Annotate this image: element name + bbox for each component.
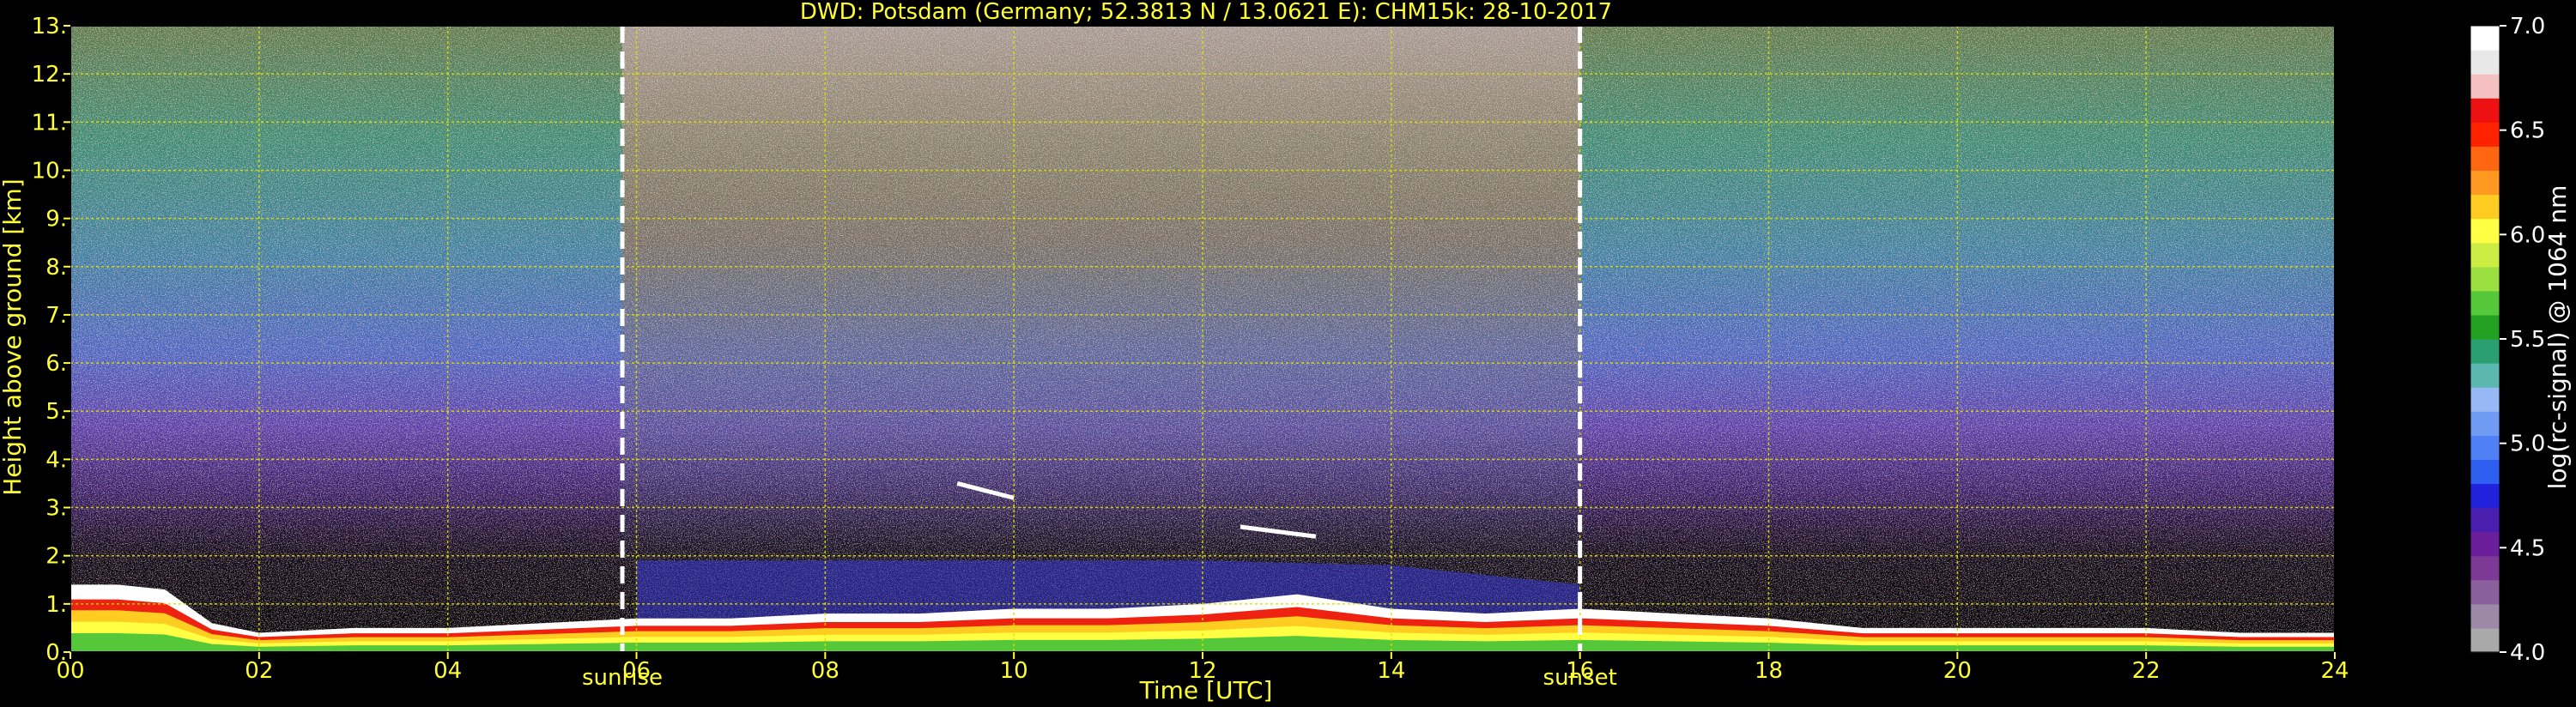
y-tick-label: 5. xyxy=(45,399,67,425)
y-axis-label: Height above ground [km] xyxy=(0,178,27,496)
x-tick-label: 20 xyxy=(1943,658,1972,684)
x-tick-label: 22 xyxy=(2132,658,2161,684)
colorbar-segment xyxy=(2470,435,2500,460)
colorbar-segment xyxy=(2470,194,2500,220)
y-tick-label: 10. xyxy=(32,158,67,184)
colorbar-segment xyxy=(2470,314,2500,340)
colorbar-tick-label: 4.0 xyxy=(2510,640,2545,666)
sun-marker-labels: sunrise sunset xyxy=(582,665,1617,691)
y-tick-label: 11. xyxy=(32,110,67,136)
colorbar-segment xyxy=(2470,242,2500,268)
colorbar-segment xyxy=(2470,363,2500,388)
x-tick-label: 18 xyxy=(1755,658,1783,684)
y-tick-label: 0. xyxy=(45,640,67,666)
x-tick-label: 10 xyxy=(1000,658,1028,684)
colorbar-label: log(rc-signal) @ 1064 nm xyxy=(2543,185,2572,490)
y-tick-label: 6. xyxy=(45,351,67,377)
colorbar-tick-label: 6.5 xyxy=(2510,118,2545,144)
colorbar-segment xyxy=(2470,146,2500,172)
colorbar-tick-label: 4.5 xyxy=(2510,535,2545,561)
colorbar-segment xyxy=(2470,387,2500,412)
y-tick-label: 8. xyxy=(45,255,67,281)
colorbar-segment xyxy=(2470,266,2500,292)
colorbar-segment xyxy=(2470,507,2500,533)
x-tick-label: 24 xyxy=(2320,658,2349,684)
colorbar-segment xyxy=(2470,579,2500,605)
lidar-chart: 00 02 04 06 08 10 12 14 16 18 20 22 24 0.1.2.3.4.5.6… xyxy=(0,0,2572,704)
colorbar-segment xyxy=(2470,170,2500,196)
colorbar-tick-label: 6.0 xyxy=(2510,222,2545,248)
y-tick-label: 4. xyxy=(45,447,67,473)
y-tick-label: 13. xyxy=(32,14,67,39)
y-tick-label: 7. xyxy=(45,303,67,329)
colorbar-tick-label: 5.0 xyxy=(2510,432,2545,457)
colorbar-segment xyxy=(2470,627,2500,653)
x-tick-label: 02 xyxy=(245,658,273,684)
y-tick-label: 12. xyxy=(32,62,67,88)
colorbar-segment xyxy=(2470,122,2500,147)
y-tick-label: 2. xyxy=(45,544,67,570)
colorbar-segment xyxy=(2470,290,2500,316)
y-tick-label: 9. xyxy=(45,207,67,233)
colorbar: 4.0 4.5 5.0 5.5 6.0 6.5 7.0 xyxy=(2470,14,2545,666)
colorbar-segment xyxy=(2470,339,2500,364)
x-tick-label: 14 xyxy=(1377,658,1405,684)
colorbar-segment xyxy=(2470,411,2500,436)
x-axis-label: Time [UTC] xyxy=(1139,676,1273,704)
colorbar-segment xyxy=(2470,98,2500,123)
colorbar-segment xyxy=(2470,74,2500,99)
y-axis: 0. 1. 2. 3. 4. 5. 6. 7. 8. 9. 10. 11. 12. 13. xyxy=(32,14,70,666)
colorbar-segment xyxy=(2470,603,2500,629)
x-tick-label: 08 xyxy=(811,658,839,684)
colorbar-segment xyxy=(2470,483,2500,509)
colorbar-segment xyxy=(2470,218,2500,244)
chart-title: DWD: Potsdam (Germany; 52.3813 N / 13.06… xyxy=(800,0,1612,25)
colorbar-segment xyxy=(2470,555,2500,581)
y-tick-label: 1. xyxy=(45,592,67,618)
plot-area xyxy=(70,26,2335,652)
y-tick-label: 3. xyxy=(45,496,67,522)
colorbar-tick-label: 7.0 xyxy=(2510,14,2545,39)
colorbar-segment xyxy=(2470,459,2500,485)
colorbar-segment xyxy=(2470,50,2500,75)
sunrise-label: sunrise xyxy=(582,665,663,691)
colorbar-segment xyxy=(2470,531,2500,557)
colorbar-tick-label: 5.5 xyxy=(2510,327,2545,353)
colorbar-segment xyxy=(2470,26,2500,51)
sunset-label: sunset xyxy=(1543,665,1617,691)
x-tick-label: 04 xyxy=(433,658,462,684)
